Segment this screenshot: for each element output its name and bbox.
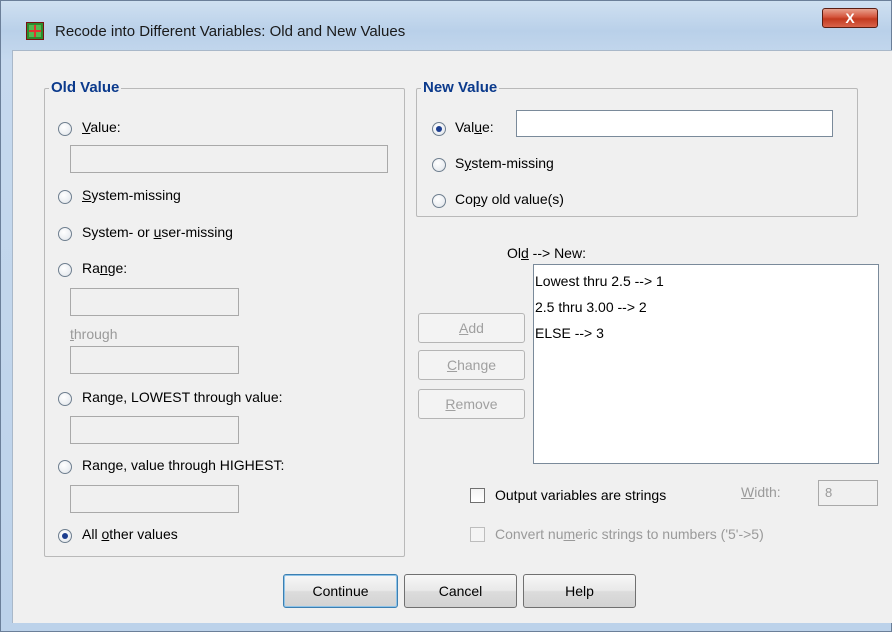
output-strings-label: Output variables are strings [495,487,667,503]
list-item[interactable]: Lowest thru 2.5 --> 1 [535,273,664,289]
new-value-input[interactable] [516,110,833,137]
old-value-input[interactable] [70,145,388,173]
range-lowest-input[interactable] [70,416,239,444]
old-value-radio[interactable] [58,122,72,136]
remove-button[interactable]: Remove [418,389,525,419]
help-button[interactable]: Help [523,574,636,608]
old-system-missing-label: System-missing [82,187,181,203]
old-new-list[interactable]: Lowest thru 2.5 --> 1 2.5 thru 3.00 --> … [533,264,879,464]
old-range-lowest-radio[interactable] [58,392,72,406]
convert-numeric-checkbox[interactable] [470,527,485,542]
old-range-radio[interactable] [58,263,72,277]
window-title: Recode into Different Variables: Old and… [55,23,406,40]
old-value-radio-label: Value: [82,119,121,135]
new-system-missing-label: System-missing [455,155,554,171]
new-value-group-title: New Value [421,79,500,96]
new-system-missing-radio[interactable] [432,158,446,172]
old-value-group-title: Old Value [49,79,122,96]
change-button[interactable]: Change [418,350,525,380]
new-value-radio-label: Value: [455,119,494,135]
new-value-radio[interactable] [432,122,446,136]
output-strings-checkbox[interactable] [470,488,485,503]
title-bar[interactable]: Recode into Different Variables: Old and… [0,0,892,44]
width-input[interactable]: 8 [818,480,878,506]
old-system-missing-radio[interactable] [58,190,72,204]
width-label: Width: [741,484,781,500]
old-all-other-label: All other values [82,526,178,542]
spss-app-icon [26,22,44,40]
copy-old-values-radio[interactable] [432,194,446,208]
continue-button[interactable]: Continue [283,574,398,608]
old-range-highest-label: Range, value through HIGHEST: [82,457,285,473]
old-all-other-radio[interactable] [58,529,72,543]
list-item[interactable]: 2.5 thru 3.00 --> 2 [535,299,647,315]
range-from-input[interactable] [70,288,239,316]
range-highest-input[interactable] [70,485,239,513]
through-label: through [70,326,118,342]
old-system-or-user-missing-label: System- or user-missing [82,224,233,240]
old-range-lowest-label: Range, LOWEST through value: [82,389,283,405]
old-new-list-label: Old --> New: [507,245,586,261]
old-range-highest-radio[interactable] [58,460,72,474]
convert-numeric-label: Convert numeric strings to numbers ('5'-… [495,526,764,542]
add-button[interactable]: Add [418,313,525,343]
list-item[interactable]: ELSE --> 3 [535,325,604,341]
old-system-or-user-missing-radio[interactable] [58,227,72,241]
copy-old-values-label: Copy old value(s) [455,191,564,207]
old-range-label: Range: [82,260,128,276]
range-to-input[interactable] [70,346,239,374]
close-button[interactable]: X [822,8,878,28]
cancel-button[interactable]: Cancel [404,574,517,608]
